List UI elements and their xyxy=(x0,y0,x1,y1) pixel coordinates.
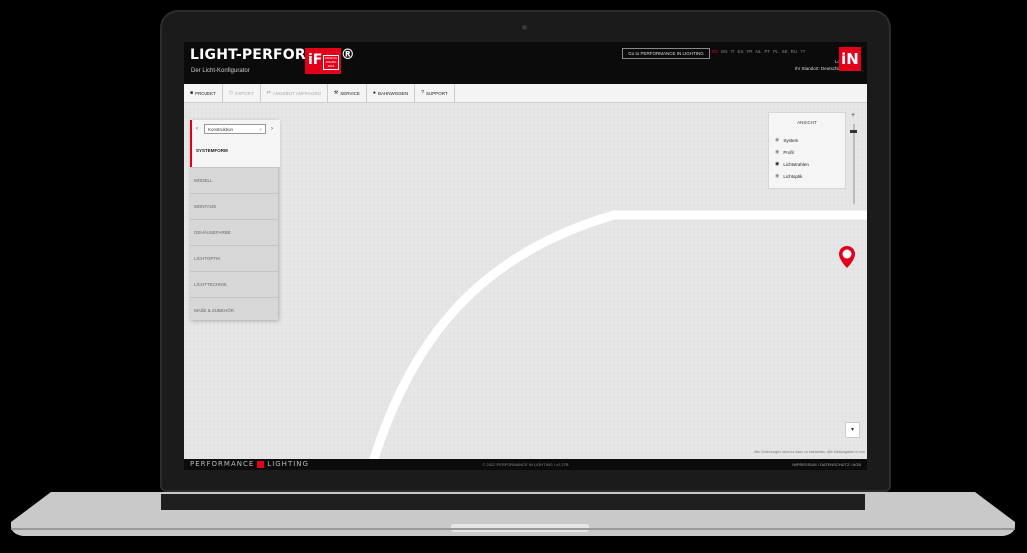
led-strip-curve xyxy=(369,210,867,459)
language-option[interactable]: NL xyxy=(756,49,762,54)
request-offer-icon: ⇄ xyxy=(266,90,271,96)
eye-icon[interactable]: ◉ xyxy=(775,149,779,155)
view-panel-title: ANSICHT xyxy=(797,120,817,125)
config-step-item[interactable]: LICHTTECHNIK xyxy=(190,271,278,297)
zoom-handle[interactable] xyxy=(850,130,857,133)
config-step-header: ‹ Konstruktion × › SYSTEMFORM xyxy=(190,120,280,167)
menu-item-label: ANGEBOT ANFRAGEN xyxy=(272,90,321,96)
menu-item-label: SERVICE xyxy=(340,90,360,96)
menu-item[interactable]: ⚒ SERVICE xyxy=(328,84,367,102)
language-option[interactable]: ?? xyxy=(800,49,805,54)
step-select[interactable]: Konstruktion × xyxy=(204,124,266,134)
award-text: DESIGN AWARD 2019 xyxy=(323,55,339,70)
view-option-label: System xyxy=(783,137,799,143)
zoom-in-icon[interactable]: + xyxy=(851,112,855,119)
app-screen: LIGHT-PERFORMER® Der Licht-Konfigurator … xyxy=(184,42,867,470)
menu-item-label: BAHNWISSEN xyxy=(377,90,409,96)
footer-links[interactable]: IMPRESSUM / DATENSCHUTZ / AGB xyxy=(792,462,861,467)
view-option[interactable]: ◉ Lichtoptik xyxy=(775,173,802,179)
configuration-panel: ‹ Konstruktion × › SYSTEMFORM MODELL MONT… xyxy=(190,120,280,323)
language-option[interactable]: RU xyxy=(791,49,798,54)
view-option[interactable]: ◉ System xyxy=(775,137,798,143)
menu-item[interactable]: ◷ EXPORT xyxy=(223,84,261,102)
config-step-item[interactable]: MODELL xyxy=(190,167,278,193)
zoom-track[interactable] xyxy=(853,124,855,204)
language-option[interactable]: IT xyxy=(731,49,735,54)
menu-item[interactable]: ? SUPPORT xyxy=(415,84,455,102)
if-award-logo: iF DESIGN AWARD 2019 xyxy=(305,48,341,74)
export-icon: ◷ xyxy=(228,90,234,96)
menu-item-label: EXPORT xyxy=(235,90,254,96)
step-title: SYSTEMFORM xyxy=(196,148,228,153)
location-pin-icon[interactable] xyxy=(838,245,856,269)
clear-icon[interactable]: × xyxy=(259,125,262,135)
config-step-item[interactable]: LICHTOPTIK xyxy=(190,245,278,271)
app-subtitle: Der Licht-Konfigurator xyxy=(191,68,250,74)
eye-icon[interactable]: ◉ xyxy=(775,173,779,179)
config-step-item[interactable]: MONTAGE xyxy=(190,193,278,219)
menu-item[interactable]: ⇄ ANGEBOT ANFRAGEN xyxy=(261,84,328,102)
language-switcher: DE EN IT ES FR NL PT PL SE RU?? xyxy=(712,49,805,54)
in-brand-logo[interactable]: iN xyxy=(839,47,861,71)
goto-performance-button[interactable]: Go to PERFORMANCE IN LIGHTING xyxy=(622,48,710,59)
step-select-value: Konstruktion xyxy=(208,127,234,132)
app-header: LIGHT-PERFORMER® Der Licht-Konfigurator … xyxy=(184,42,867,84)
zoom-control[interactable]: + xyxy=(849,112,859,208)
support-icon: ? xyxy=(421,90,424,96)
language-option[interactable]: FR xyxy=(747,49,753,54)
light-strip-path xyxy=(369,210,867,459)
language-option[interactable]: PL xyxy=(773,49,779,54)
language-option[interactable]: PT xyxy=(764,49,770,54)
view-option-label: Profil xyxy=(783,149,794,155)
menu-item[interactable]: ● BAHNWISSEN xyxy=(367,84,416,102)
copyright-text: © 2022 PERFORMANCE IN LIGHTING / v2.27B xyxy=(482,462,569,467)
next-step-icon[interactable]: › xyxy=(271,126,273,132)
menu-item-label: SUPPORT xyxy=(425,90,448,96)
config-step-list: MODELL MONTAGE GEHÄUSEFARBE LICHTOPTIK LICHT… xyxy=(190,167,278,323)
language-option[interactable]: DE xyxy=(712,49,718,54)
project-icon: ■ xyxy=(190,90,194,96)
collapse-button[interactable]: ▾ xyxy=(845,422,860,438)
service-icon: ⚒ xyxy=(333,90,339,96)
login-link[interactable]: Login xyxy=(792,59,846,64)
view-option[interactable]: ◉ Profil xyxy=(775,149,794,155)
eye-icon[interactable]: ◉ xyxy=(775,161,779,167)
eye-icon[interactable]: ◉ xyxy=(775,137,779,143)
main-menu: ■ PROJEKT ◷ EXPORT ⇄ ANGEBOT ANFRAGEN ⚒ SERVICE… xyxy=(184,84,867,103)
view-option-label: Lichtstrahlen xyxy=(783,161,809,167)
camera-icon xyxy=(522,25,527,30)
config-step-item[interactable]: GEHÄUSEFARBE xyxy=(190,219,278,245)
knowledge-icon: ● xyxy=(372,90,376,96)
drawing-disclaimer: Alle Zeichnungen sind nur dazu zu betrac… xyxy=(754,450,865,454)
config-step-item[interactable]: MAßE & ZUBEHÖR xyxy=(190,297,278,323)
view-option-label: Lichtoptik xyxy=(783,173,803,179)
laptop-base xyxy=(11,492,1015,536)
menu-item[interactable]: ■ PROJEKT xyxy=(184,84,223,102)
location-selector[interactable]: Ihr Standort: Deutschland xyxy=(764,66,846,71)
language-option[interactable]: ES xyxy=(738,49,744,54)
prev-step-icon[interactable]: ‹ xyxy=(196,126,198,132)
language-option[interactable]: SE xyxy=(782,49,788,54)
view-panel: ANSICHT ◉ System ◉ Profil ◉ Lichtstrahlen ◉ Lic… xyxy=(768,112,846,189)
if-logo-text: iF xyxy=(308,52,323,68)
language-option[interactable]: EN xyxy=(721,49,727,54)
configurator-canvas[interactable] xyxy=(184,103,867,459)
menu-item-label: PROJEKT xyxy=(195,90,216,96)
app-footer: PERFORMANCE LIGHTING © 2022 PERFORMANCE … xyxy=(184,459,867,470)
view-option[interactable]: ◉ Lichtstrahlen xyxy=(775,161,809,167)
